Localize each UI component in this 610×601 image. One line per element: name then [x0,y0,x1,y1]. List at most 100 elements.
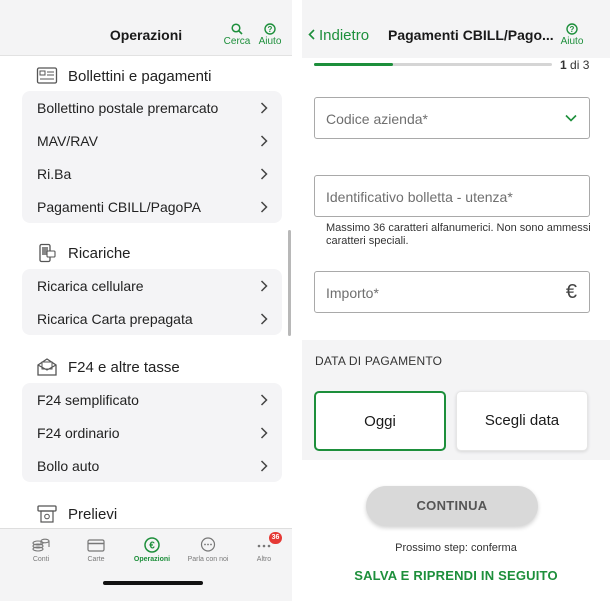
section-prelievi: Prelievi [0,497,292,531]
step-current: 1 [560,58,567,72]
list-item-bollettino-premarcato[interactable]: Bollettino postale premarcato [22,91,282,124]
chevron-left-icon [308,29,315,40]
phone-card-icon [39,243,56,263]
section-ricariche: Ricariche [0,236,292,270]
tab-operazioni[interactable]: € Operazioni [124,537,180,563]
section-f24: F24 e altre tasse [0,350,292,384]
search-label: Cerca [223,36,251,47]
home-indicator[interactable] [103,581,203,585]
search-button[interactable]: Cerca [222,23,252,47]
save-resume-later-link[interactable]: SALVA E RIPRENDI IN SEGUITO [302,568,610,583]
list-item-ricarica-carta[interactable]: Ricarica Carta prepagata [22,302,282,335]
help-button[interactable]: ? Aiuto [255,23,285,47]
company-code-select[interactable]: Codice azienda* [314,97,590,139]
chevron-right-icon [260,135,268,147]
help-label: Aiuto [560,36,584,47]
scrollbar[interactable] [288,230,291,336]
step-counter: 1 di 3 [560,58,589,72]
section-title: Ricariche [68,245,131,262]
svg-text:€: € [149,541,155,552]
choose-date-button[interactable]: Scegli data [456,391,588,451]
chevron-right-icon [260,427,268,439]
notification-badge: 36 [269,532,282,544]
tab-conti[interactable]: Conti [13,537,69,563]
question-icon: ? [264,23,276,35]
atm-icon [37,505,57,523]
list-item-label: Bollettino postale premarcato [37,100,219,116]
list-item-label: Pagamenti CBILL/PagoPA [37,199,201,215]
list-item-mav-rav[interactable]: MAV/RAV [22,124,282,157]
card-icon [87,539,105,552]
tab-label: Conti [32,556,50,563]
step-progress-fill [314,63,394,66]
ricariche-group: Ricarica cellulare Ricarica Carta prepag… [22,269,282,335]
tax-envelope-icon [37,358,57,376]
back-button[interactable]: Indietro [308,27,369,44]
page-title: Pagamenti CBILL/Pago... [388,27,554,43]
cbill-payment-screen: Indietro Pagamenti CBILL/Pago... ? Aiuto… [302,0,610,601]
step-separator: di [570,58,580,72]
next-step-label: Prossimo step: conferma [395,542,517,554]
list-item-label: Ricarica Carta prepagata [37,311,193,327]
section-title: F24 e altre tasse [68,359,180,376]
bill-id-hint: Massimo 36 caratteri alfanumerici. Non s… [326,222,591,247]
list-item-label: Bollo auto [37,458,100,474]
tab-carte[interactable]: Carte [68,537,124,563]
company-code-placeholder: Codice azienda* [326,111,428,127]
payment-header: Indietro Pagamenti CBILL/Pago... ? Aiuto [302,0,610,58]
today-option-button[interactable]: Oggi [314,391,446,451]
step-total: 3 [582,58,590,72]
chevron-right-icon [260,102,268,114]
list-item-label: F24 semplificato [37,392,139,408]
bill-id-placeholder: Identificativo bolletta - utenza* [326,189,513,205]
coins-icon [32,538,50,552]
list-item-riba[interactable]: Ri.Ba [22,157,282,190]
list-item-ricarica-cellulare[interactable]: Ricarica cellulare [22,269,282,302]
date-section-title: DATA DI PAGAMENTO [315,354,443,368]
amount-input[interactable]: Importo* € [314,271,590,313]
list-item-label: Ri.Ba [37,166,72,182]
chat-icon [200,537,216,552]
chevron-right-icon [260,201,268,213]
list-item-bollo-auto[interactable]: Bollo auto [22,449,282,482]
amount-placeholder: Importo* [326,285,379,301]
tab-label: Carte [87,556,105,563]
step-progress-bar [314,63,552,66]
list-item-f24-ordinario[interactable]: F24 ordinario [22,416,282,449]
euro-icon: € [144,537,160,553]
bill-id-input[interactable]: Identificativo bolletta - utenza* [314,175,590,217]
bill-icon [36,67,58,84]
svg-text:?: ? [268,25,273,34]
section-title: Bollettini e pagamenti [68,68,212,85]
continue-button[interactable]: CONTINUA [366,486,538,526]
back-label: Indietro [319,27,370,44]
help-button[interactable]: ? Aiuto [557,23,587,47]
chevron-right-icon [260,394,268,406]
chevron-down-icon [565,114,577,122]
section-title: Prelievi [68,506,118,523]
tab-parla-con-noi[interactable]: Parla con noi [180,537,236,563]
chevron-right-icon [260,168,268,180]
list-item-f24-semplificato[interactable]: F24 semplificato [22,383,282,416]
operations-header: Operazioni Cerca ? Aiuto [0,0,292,56]
tab-label: Operazioni [133,556,171,563]
list-item-label: MAV/RAV [37,133,98,149]
list-item-cbill-pagopa[interactable]: Pagamenti CBILL/PagoPA [22,190,282,223]
f24-group: F24 semplificato F24 ordinario Bollo aut… [22,383,282,482]
bollettini-group: Bollettino postale premarcato MAV/RAV Ri… [22,91,282,223]
chevron-right-icon [260,313,268,325]
question-icon: ? [566,23,578,35]
tab-altro[interactable]: 36 Altro [236,532,292,563]
tab-label: Parla con noi [187,556,229,563]
operations-screen: Operazioni Cerca ? Aiuto Bollettini e pa… [0,0,292,601]
chevron-right-icon [260,460,268,472]
search-icon [231,23,243,35]
tab-label: Altro [256,556,272,563]
operations-list[interactable]: Bollettini e pagamenti Bollettino postal… [0,56,292,526]
tab-bar: Conti Carte € Operazioni Parla con noi 3… [0,528,292,601]
euro-icon: € [565,281,577,303]
list-item-label: F24 ordinario [37,425,120,441]
chevron-right-icon [260,280,268,292]
help-label: Aiuto [258,36,282,47]
section-bollettini: Bollettini e pagamenti [0,59,292,93]
